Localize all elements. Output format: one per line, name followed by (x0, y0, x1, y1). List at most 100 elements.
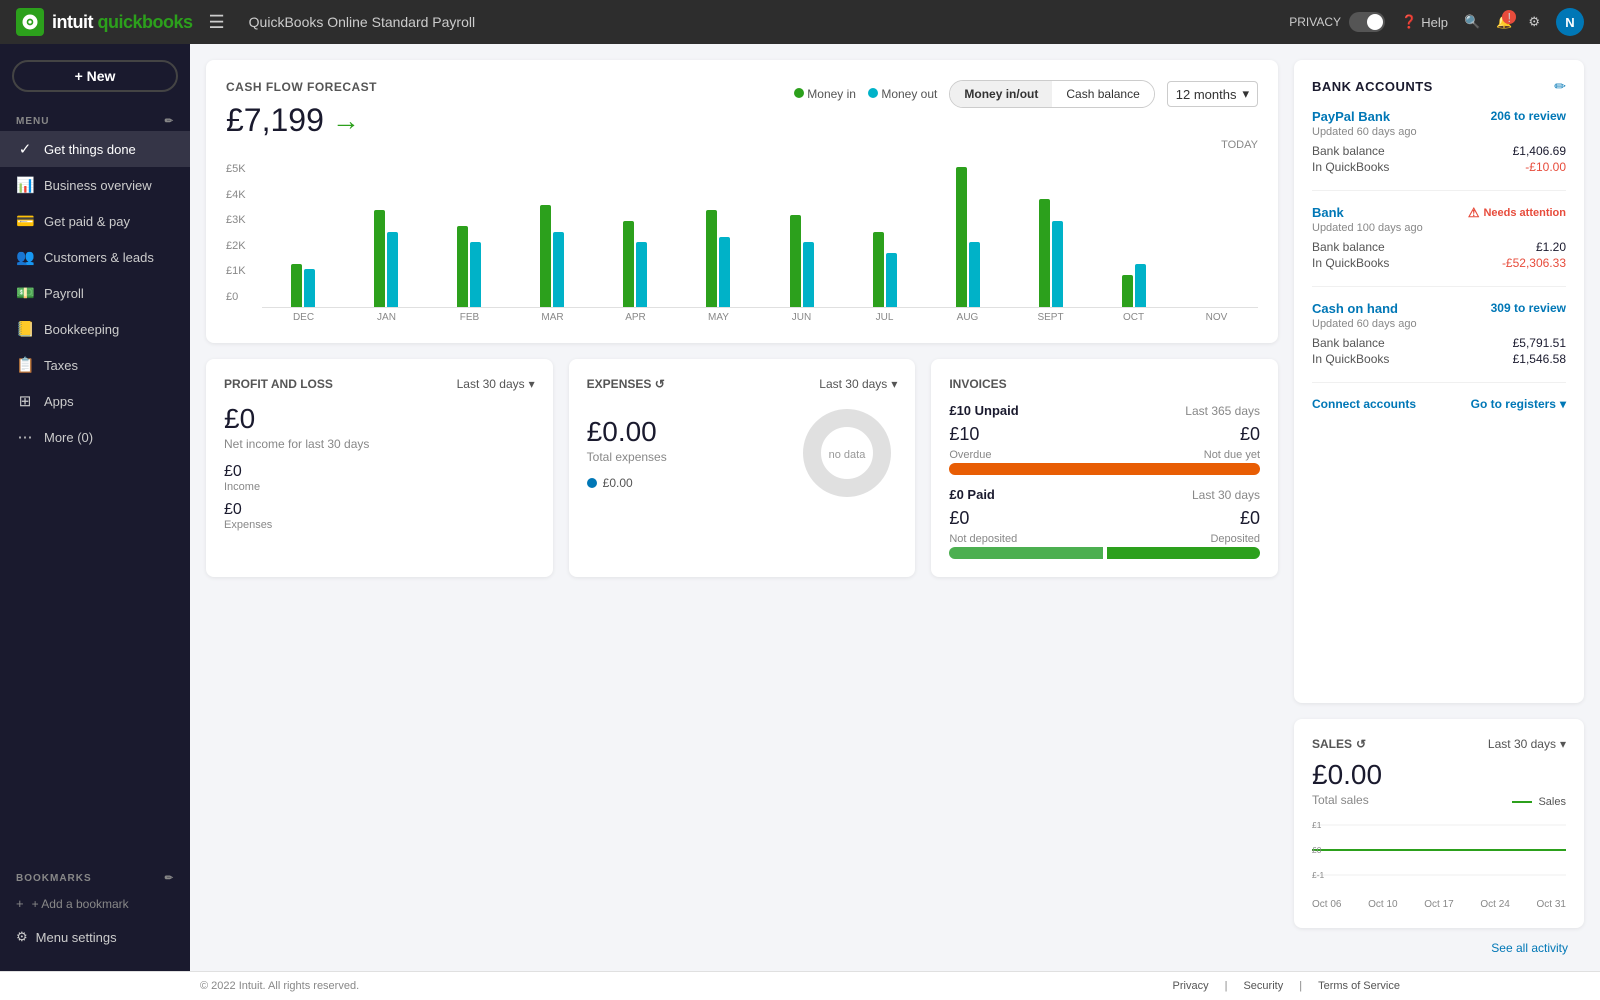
green-bar-feb (457, 226, 468, 307)
main-layout: + New MENU ✏ ✓ Get things done 📊 Busines… (0, 44, 1600, 971)
bookmarks-edit-icon[interactable]: ✏ (165, 873, 174, 884)
page-footer: © 2022 Intuit. All rights reserved. Priv… (0, 971, 1600, 1000)
bank-qb-row: In QuickBooks -£52,306.33 (1312, 256, 1566, 270)
today-label: TODAY (226, 139, 1258, 151)
menu-edit-icon[interactable]: ✏ (165, 116, 174, 127)
cards-row: PROFIT AND LOSS Last 30 days ▾ £0 Net in… (206, 359, 1278, 577)
sidebar-item-bookkeeping[interactable]: 📒 Bookkeeping (0, 311, 190, 347)
pl-expenses-amount: £0 (224, 501, 535, 519)
tax-icon: 📋 (16, 356, 34, 374)
cash-header-row: Cash on hand 309 to review (1312, 301, 1566, 318)
plus-icon: + (16, 896, 24, 911)
expenses-total-amount: £0.00 (587, 416, 782, 448)
x-label-dec: DEC (262, 312, 345, 323)
teal-bar-jan (387, 232, 398, 307)
svg-text:£1: £1 (1312, 821, 1322, 830)
cash-review-link[interactable]: 309 to review (1491, 301, 1566, 315)
sidebar-item-taxes[interactable]: 📋 Taxes (0, 347, 190, 383)
money-in-out-button[interactable]: Money in/out (950, 81, 1052, 107)
bar-group-may (678, 210, 759, 307)
footer-privacy-link[interactable]: Privacy (1173, 980, 1209, 992)
sidebar-item-business-overview[interactable]: 📊 Business overview (0, 167, 190, 203)
footer-terms-link[interactable]: Terms of Service (1318, 980, 1400, 992)
footer-security-link[interactable]: Security (1243, 980, 1283, 992)
privacy-switch[interactable] (1349, 12, 1385, 32)
paypal-name[interactable]: PayPal Bank (1312, 109, 1390, 124)
svg-text:£-1: £-1 (1312, 871, 1325, 880)
warning-icon: ⚠ (1468, 205, 1480, 221)
y-label-0: £0 (226, 291, 262, 303)
bar-group-mar (512, 205, 593, 307)
green-bar-oct (1122, 275, 1133, 307)
notification-button[interactable]: 🔔 ! (1496, 14, 1512, 30)
invoices-card: INVOICES £10 Unpaid Last 365 days £10 £0… (931, 359, 1278, 577)
user-avatar[interactable]: N (1556, 8, 1584, 36)
topbar-right: PRIVACY ❓ Help 🔍 🔔 ! ⚙ N (1289, 8, 1584, 36)
months-selector[interactable]: 12 months ▾ (1167, 81, 1258, 107)
sidebar-item-more[interactable]: ⋯ More (0) (0, 419, 190, 455)
paypal-balance-value: £1,406.69 (1513, 144, 1566, 158)
refresh-icon[interactable]: ↺ (655, 377, 665, 391)
hamburger-icon[interactable]: ☰ (209, 12, 225, 33)
sales-legend: Sales (1512, 796, 1566, 808)
sales-line-icon (1512, 801, 1532, 803)
logo-area: intuit quickbooks (16, 8, 193, 36)
sales-period-selector[interactable]: Last 30 days ▾ (1488, 737, 1566, 751)
sidebar-item-customers-leads[interactable]: 👥 Customers & leads (0, 239, 190, 275)
pl-title: PROFIT AND LOSS (224, 377, 333, 391)
invoices-paid-label: £0 Paid (949, 487, 995, 502)
expenses-total-label: Total expenses (587, 450, 782, 464)
bank-name[interactable]: Bank (1312, 205, 1344, 220)
bank-balance-row: Bank balance £1.20 (1312, 240, 1566, 254)
help-button[interactable]: ❓ Help (1401, 14, 1448, 30)
cash-qb-row: In QuickBooks £1,546.58 (1312, 352, 1566, 366)
invoices-unpaid-label: £10 Unpaid (949, 403, 1018, 418)
cashflow-controls: Money in Money out Money in/out Cash bal… (794, 80, 1258, 108)
settings-button[interactable]: ⚙ (1528, 14, 1540, 30)
expenses-chevron-icon: ▾ (891, 377, 897, 391)
sidebar-item-get-things-done[interactable]: ✓ Get things done (0, 131, 190, 167)
bar-group-jan (345, 210, 426, 307)
cash-balance-row: Bank balance £5,791.51 (1312, 336, 1566, 350)
add-bookmark-button[interactable]: + + Add a bookmark (0, 888, 190, 919)
connect-accounts-link[interactable]: Connect accounts (1312, 397, 1416, 411)
cash-balance-button[interactable]: Cash balance (1052, 81, 1153, 107)
logo-text: intuit quickbooks (52, 12, 193, 33)
topbar: intuit quickbooks ☰ QuickBooks Online St… (0, 0, 1600, 44)
not-due-amount: £0 (1240, 424, 1260, 445)
menu-settings-button[interactable]: ⚙ Menu settings (0, 919, 190, 955)
expenses-dot (587, 478, 597, 488)
expenses-title: EXPENSES ↺ (587, 377, 665, 391)
sidebar-item-get-paid-pay[interactable]: 💳 Get paid & pay (0, 203, 190, 239)
pl-expenses-label: Expenses (224, 519, 535, 531)
pl-period-selector[interactable]: Last 30 days ▾ (457, 377, 535, 391)
svg-text:£0: £0 (1312, 846, 1322, 855)
pl-net-income-label: Net income for last 30 days (224, 437, 535, 451)
expenses-card: EXPENSES ↺ Last 30 days ▾ £0.00 Total ex… (569, 359, 916, 577)
chevron-down-icon: ▾ (1242, 86, 1249, 102)
y-label-5k: £5K (226, 163, 262, 175)
sidebar-item-payroll[interactable]: 💵 Payroll (0, 275, 190, 311)
sidebar-item-apps[interactable]: ⊞ Apps (0, 383, 190, 419)
teal-bar-may (719, 237, 730, 307)
goto-registers-link[interactable]: Go to registers ▾ (1471, 397, 1566, 411)
pl-chevron-icon: ▾ (529, 377, 535, 391)
bookmarks-label: BOOKMARKS ✏ (0, 865, 190, 888)
apps-icon: ⊞ (16, 392, 34, 410)
invoices-amounts: £10 £0 (949, 424, 1260, 445)
expenses-period-selector[interactable]: Last 30 days ▾ (819, 377, 897, 391)
sales-total-amount: £0.00 (1312, 759, 1566, 791)
cash-name[interactable]: Cash on hand (1312, 301, 1398, 316)
money-icon: 💵 (16, 284, 34, 302)
new-button[interactable]: + New (12, 60, 178, 92)
quickbooks-logo (16, 8, 44, 36)
paypal-review-link[interactable]: 206 to review (1491, 109, 1566, 123)
paid-bars (949, 547, 1260, 559)
see-all-activity-link[interactable]: See all activity (1491, 941, 1568, 955)
green-bar-dec (291, 264, 302, 307)
chevron-right-icon: ▾ (1560, 397, 1566, 411)
bank-edit-icon[interactable]: ✏ (1554, 78, 1566, 95)
search-button[interactable]: 🔍 (1464, 14, 1480, 30)
sales-refresh-icon[interactable]: ↺ (1356, 737, 1366, 751)
users-icon: 👥 (16, 248, 34, 266)
